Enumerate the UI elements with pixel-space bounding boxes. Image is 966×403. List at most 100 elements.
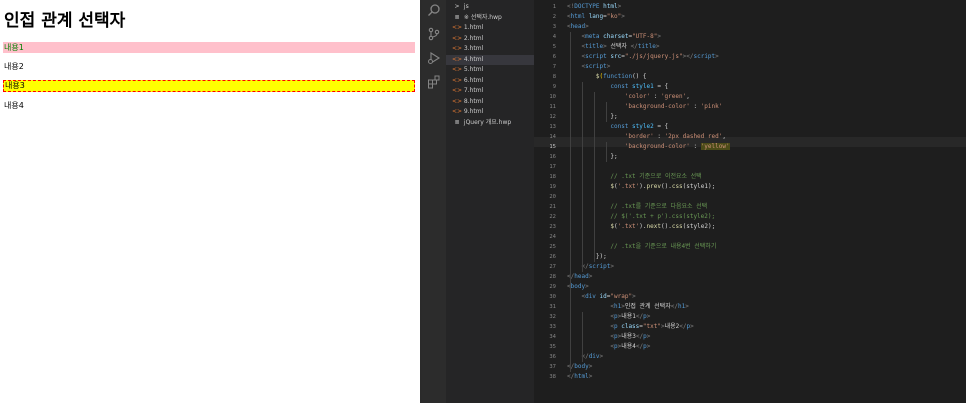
code-line[interactable]: <p>내용1</p> <box>567 312 650 322</box>
paragraph-1: 내용1 <box>3 42 415 53</box>
code-line[interactable]: <head> <box>567 22 589 32</box>
indent-guide <box>606 102 607 122</box>
line-number: 25 <box>549 244 556 250</box>
code-line[interactable]: // .txt를 기준으로 다음요소 선택 <box>567 202 707 212</box>
indent-guide <box>594 92 595 262</box>
code-line[interactable]: <p>내용4</p> <box>567 342 650 352</box>
line-number: 20 <box>549 194 556 200</box>
line-number: 5 <box>552 44 556 50</box>
code-line[interactable]: 'background-color' : 'yellow' <box>567 142 730 152</box>
explorer-item[interactable]: ≣ ※ 선택자.hwp <box>446 13 534 23</box>
explorer-item-label: js <box>462 3 469 10</box>
line-number: 9 <box>552 84 556 90</box>
code-line[interactable]: // .txt을 기준으로 내용4번 선택하기 <box>567 242 716 252</box>
code-line[interactable]: </div> <box>567 352 603 362</box>
explorer-item[interactable]: <> 1.html <box>446 23 534 33</box>
explorer-item-label: ※ 선택자.hwp <box>462 13 502 21</box>
paragraph-4: 내용4 <box>4 101 24 110</box>
code-line[interactable]: <!DOCTYPE html> <box>567 2 621 12</box>
line-number: 16 <box>549 154 556 160</box>
line-number: 30 <box>549 294 556 300</box>
code-line[interactable]: <p>내용3</p> <box>567 332 650 342</box>
line-number: 1 <box>552 4 556 10</box>
code-line[interactable]: $(function() { <box>567 72 647 82</box>
code-line[interactable]: // .txt 기준으로 이전요소 선택 <box>567 172 701 182</box>
code-line[interactable]: </script> <box>567 262 614 272</box>
line-number: 2 <box>552 14 556 20</box>
explorer-item[interactable]: ≣ jQuery 개요.hwp <box>446 118 534 128</box>
folder-chevron-icon: > <box>454 3 460 10</box>
explorer-item[interactable]: <> 6.html <box>446 76 534 86</box>
line-number: 21 <box>549 204 556 210</box>
code-line[interactable]: <title> 선택자 </title> <box>567 42 659 52</box>
search-icon[interactable] <box>427 3 441 17</box>
code-line[interactable]: <div id="wrap"> <box>567 292 635 302</box>
line-number: 22 <box>549 214 556 220</box>
explorer-item[interactable]: <> 3.html <box>446 44 534 54</box>
code-line[interactable]: <script> <box>567 62 610 72</box>
html-file-icon: <> <box>452 108 463 115</box>
line-number: 24 <box>549 234 556 240</box>
explorer-item[interactable]: <> 8.html <box>446 97 534 107</box>
line-number: 15 <box>549 144 556 150</box>
line-number: 23 <box>549 224 556 230</box>
code-line[interactable]: <meta charset="UTF-8"> <box>567 32 661 42</box>
line-number: 7 <box>552 64 556 70</box>
line-number: 28 <box>549 274 556 280</box>
code-line[interactable]: }; <box>567 112 617 122</box>
code-line[interactable]: }; <box>567 152 617 162</box>
code-line[interactable]: 'border' : '2px dashed red', <box>567 132 726 142</box>
code-line[interactable]: 'background-color' : 'pink' <box>567 102 723 112</box>
run-debug-icon[interactable] <box>427 51 441 65</box>
line-number: 13 <box>549 124 556 130</box>
indent-guide <box>570 32 571 372</box>
code-line[interactable]: $('.txt').prev().css(style1); <box>567 182 715 192</box>
line-number: 3 <box>552 24 556 30</box>
line-number: 29 <box>549 284 556 290</box>
indent-guide <box>606 142 607 162</box>
line-number: 32 <box>549 314 556 320</box>
line-number: 26 <box>549 254 556 260</box>
file-explorer: > js ≣ ※ 선택자.hwp <> 1.html <> 2.html <> 3.ht… <box>446 0 534 403</box>
explorer-item-label: 1.html <box>462 24 484 31</box>
indent-guide <box>582 82 583 272</box>
explorer-item-label: 8.html <box>462 97 484 105</box>
source-control-icon[interactable] <box>427 27 441 41</box>
html-file-icon: <> <box>452 45 463 52</box>
explorer-item[interactable]: <> 5.html <box>446 65 534 75</box>
html-file-icon: <> <box>452 55 463 63</box>
code-line[interactable]: <h1>인접 관계 선택자</h1> <box>567 302 688 312</box>
code-line[interactable]: <script src="./js/jquery.js"></script> <box>567 52 718 62</box>
paragraph-2: 내용2 <box>4 62 24 71</box>
code-line[interactable]: }); <box>567 252 607 262</box>
html-file-icon: <> <box>452 76 463 84</box>
explorer-item-label: 7.html <box>462 87 484 94</box>
line-number: 31 <box>549 304 556 310</box>
code-line[interactable]: $('.txt').next().css(style2); <box>567 222 715 232</box>
explorer-item-label: jQuery 개요.hwp <box>462 118 512 126</box>
code-editor[interactable]: 1 <!DOCTYPE html> 2 <html lang="ko"> 3 <head>… <box>534 0 966 403</box>
explorer-item[interactable]: <> 4.html <box>446 54 534 65</box>
explorer-item-label: 3.html <box>462 45 484 52</box>
line-number: 37 <box>549 364 556 370</box>
line-number: 19 <box>549 184 556 190</box>
code-line[interactable]: 'color' : 'green', <box>567 92 690 102</box>
indent-guide <box>582 312 583 362</box>
explorer-item[interactable]: <> 7.html <box>446 86 534 96</box>
explorer-item[interactable]: <> 2.html <box>446 34 534 44</box>
html-file-icon: <> <box>452 34 463 42</box>
code-line[interactable]: <p class="txt">내용2</p> <box>567 322 693 332</box>
code-line[interactable]: <html lang="ko"> <box>567 12 625 22</box>
line-number: 36 <box>549 354 556 360</box>
explorer-item[interactable]: <> 9.html <box>446 107 534 117</box>
paragraph-3: 내용3 <box>3 80 415 92</box>
word-doc-icon: ≣ <box>454 118 460 126</box>
activity-bar <box>422 0 446 403</box>
code-line[interactable]: // $('.txt + p').css(style2); <box>567 212 715 222</box>
code-line[interactable]: </html> <box>567 372 592 382</box>
explorer-item[interactable]: > js <box>446 2 534 12</box>
page-heading: 인접 관계 선택자 <box>4 11 126 31</box>
extensions-icon[interactable] <box>427 75 441 89</box>
line-number: 17 <box>549 164 556 170</box>
explorer-item-label: 5.html <box>462 66 484 73</box>
